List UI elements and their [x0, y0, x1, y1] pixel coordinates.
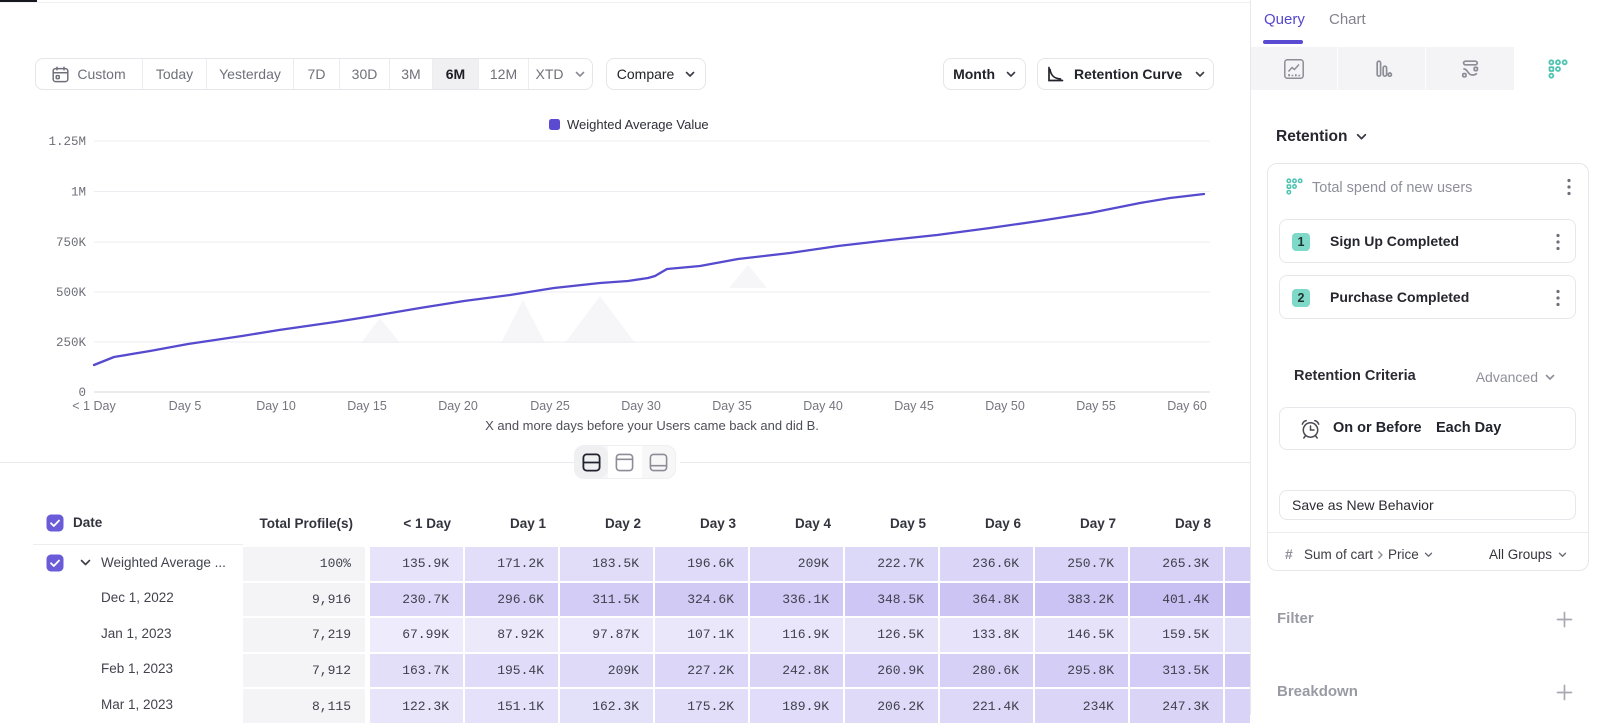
svg-text:Day 20: Day 20 — [438, 399, 478, 413]
svg-text:750K: 750K — [56, 236, 87, 250]
svg-text:1.25M: 1.25M — [48, 135, 86, 149]
svg-text:Day 45: Day 45 — [894, 399, 934, 413]
svg-text:< 1 Day: < 1 Day — [72, 399, 116, 413]
svg-text:Day 10: Day 10 — [256, 399, 296, 413]
svg-text:Day 30: Day 30 — [621, 399, 661, 413]
svg-text:Day 35: Day 35 — [712, 399, 752, 413]
svg-text:Day 40: Day 40 — [803, 399, 843, 413]
svg-text:250K: 250K — [56, 336, 87, 350]
svg-text:Day 25: Day 25 — [530, 399, 570, 413]
svg-text:0: 0 — [78, 386, 86, 400]
svg-text:1M: 1M — [71, 186, 86, 200]
svg-text:Day 5: Day 5 — [169, 399, 202, 413]
svg-text:Day 15: Day 15 — [347, 399, 387, 413]
svg-text:Day 60: Day 60 — [1167, 399, 1207, 413]
svg-text:Day 50: Day 50 — [985, 399, 1025, 413]
svg-text:Day 55: Day 55 — [1076, 399, 1116, 413]
svg-text:500K: 500K — [56, 286, 87, 300]
